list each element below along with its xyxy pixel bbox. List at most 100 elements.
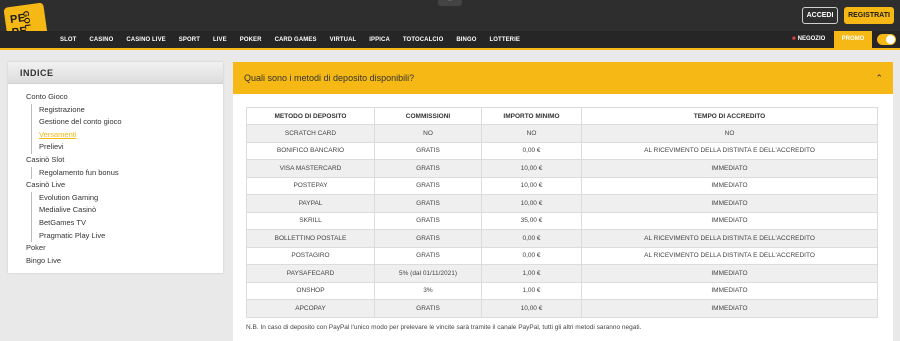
table-cell: PAYPAL	[246, 194, 375, 213]
faq-panel: Quali sono i metodi di deposito disponib…	[233, 62, 893, 341]
table-cell: IMMEDIATO	[581, 281, 878, 300]
table-cell: 1,00 €	[481, 264, 582, 283]
table-cell: 10,00 €	[481, 194, 582, 213]
table-cell: 3%	[374, 281, 482, 300]
logo-text-3: GOL	[21, 10, 33, 31]
nav-items: SLOT CASINO CASINO LIVE SPORT LIVE POKER…	[60, 31, 533, 48]
table-cell: 10,00 €	[481, 299, 582, 318]
deposit-methods-table: METODO DI DEPOSITO COMMISSIONI IMPORTO M…	[246, 107, 878, 318]
table-cell: GRATIS	[374, 229, 482, 248]
table-cell: POSTAGIRO	[246, 246, 375, 265]
table-cell: GRATIS	[374, 211, 482, 230]
sidebar-item-registrazione[interactable]: Registrazione	[39, 104, 223, 117]
table-row: PAYPAL GRATIS 10,00 € IMMEDIATO	[246, 194, 878, 213]
table-cell: NO	[581, 124, 878, 143]
table-cell: ONSHOP	[246, 281, 375, 300]
shop-link[interactable]: ■ NEGOZIO	[792, 31, 825, 48]
faq-question: Quali sono i metodi di deposito disponib…	[244, 73, 415, 83]
table-row: SCRATCH CARD NO NO NO	[246, 124, 878, 143]
nav-virtual[interactable]: VIRTUAL	[330, 37, 357, 43]
sidebar-item-betgames[interactable]: BetGames TV	[39, 217, 223, 230]
collapse-header-button[interactable]: ⌃	[438, 0, 462, 6]
table-row: ONSHOP 3% 1,00 € IMMEDIATO	[246, 281, 878, 300]
login-button[interactable]: ACCEDI	[802, 7, 838, 24]
paypal-note: N.B. In caso di deposito con PayPal l'un…	[246, 324, 642, 331]
table-row: APCOPAY GRATIS 10,00 € IMMEDIATO	[246, 299, 878, 318]
table-cell: 10,00 €	[481, 159, 582, 178]
table-row: PAYSAFECARD 5% (dal 01/11/2021) 1,00 € IMME…	[246, 264, 878, 283]
sidebar-item-fun-bonus[interactable]: Regolamento fun bonus	[39, 167, 223, 180]
sidebar-item-medialive[interactable]: Medialive Casinò	[39, 204, 223, 217]
sidebar-group-conto-gioco: Registrazione Gestione del conto gioco V…	[31, 103, 223, 154]
table-cell: SCRATCH CARD	[246, 124, 375, 143]
table-row: SKRILL GRATIS 35,00 € IMMEDIATO	[246, 211, 878, 230]
table-cell: 10,00 €	[481, 176, 582, 195]
table-cell: 35,00 €	[481, 211, 582, 230]
table-cell: 0,00 €	[481, 141, 582, 160]
table-cell: IMMEDIATO	[581, 211, 878, 230]
deposit-table-wrap: METODO DI DEPOSITO COMMISSIONI IMPORTO M…	[246, 107, 878, 318]
nav-sport[interactable]: SPORT	[179, 37, 200, 43]
table-cell: AL RICEVIMENTO DELLA DISTINTA E DELL'ACC…	[581, 246, 878, 265]
sidebar-group-casino-live: Evolution Gaming Medialive Casinò BetGam…	[31, 191, 223, 243]
nav-totocalcio[interactable]: TOTOCALCIO	[403, 37, 443, 43]
table-cell: IMMEDIATO	[581, 264, 878, 283]
nav-live[interactable]: LIVE	[213, 37, 227, 43]
sidebar-item-evolution[interactable]: Evolution Gaming	[39, 192, 223, 205]
table-cell: IMMEDIATO	[581, 159, 878, 178]
table-row: BONIFICO BANCARIO GRATIS 0,00 € AL RICEVIME…	[246, 141, 878, 160]
nav-card-games[interactable]: CARD GAMES	[275, 37, 317, 43]
sidebar-item-bingo-live[interactable]: Bingo Live	[26, 255, 223, 268]
table-row: POSTEPAY GRATIS 10,00 € IMMEDIATO	[246, 176, 878, 195]
sidebar-item-prelievi[interactable]: Prelievi	[39, 141, 223, 154]
header-tempo: TEMPO DI ACCREDITO	[581, 107, 878, 125]
table-cell: NO	[481, 124, 582, 143]
shop-label: NEGOZIO	[797, 36, 826, 42]
table-row: VISA MASTERCARD GRATIS 10,00 € IMMEDIATO	[246, 159, 878, 178]
nav-casino[interactable]: CASINO	[89, 37, 113, 43]
table-cell: NO	[374, 124, 482, 143]
sidebar-item-casino-live[interactable]: Casinò Live	[26, 179, 223, 192]
table-cell: PAYSAFECARD	[246, 264, 375, 283]
nav-ippica[interactable]: IPPICA	[369, 37, 390, 43]
sidebar-title: INDICE	[8, 62, 223, 84]
register-button[interactable]: REGISTRATI	[844, 7, 894, 24]
table-cell: GRATIS	[374, 159, 482, 178]
nav-slot[interactable]: SLOT	[60, 37, 76, 43]
table-cell: GRATIS	[374, 299, 482, 318]
table-cell: GRATIS	[374, 246, 482, 265]
table-cell: GRATIS	[374, 176, 482, 195]
sidebar-item-poker[interactable]: Poker	[26, 242, 223, 255]
table-header-row: METODO DI DEPOSITO COMMISSIONI IMPORTO M…	[246, 107, 878, 125]
sidebar-item-pragmatic[interactable]: Pragmatic Play Live	[39, 230, 223, 243]
store-icon: ■	[792, 36, 796, 42]
table-cell: BOLLETTINO POSTALE	[246, 229, 375, 248]
table-cell: IMMEDIATO	[581, 299, 878, 318]
header-accent-line	[0, 48, 900, 50]
table-cell: 0,00 €	[481, 229, 582, 248]
sidebar-item-gestione-conto[interactable]: Gestione del conto gioco	[39, 116, 223, 129]
faq-question-header[interactable]: Quali sono i metodi di deposito disponib…	[233, 62, 893, 94]
header-importo: IMPORTO MINIMO	[481, 107, 582, 125]
sidebar-index: INDICE Conto Gioco Registrazione Gestion…	[8, 62, 223, 273]
promo-button[interactable]: PROMO	[834, 31, 872, 48]
sidebar-item-casino-slot[interactable]: Casinò Slot	[26, 154, 223, 167]
chevron-up-icon: ⌃	[447, 0, 453, 6]
nav-bingo[interactable]: BINGO	[456, 37, 476, 43]
table-cell: BONIFICO BANCARIO	[246, 141, 375, 160]
table-cell: VISA MASTERCARD	[246, 159, 375, 178]
sidebar-group-casino-slot: Regolamento fun bonus	[31, 166, 223, 180]
header-metodo: METODO DI DEPOSITO	[246, 107, 375, 125]
nav-casino-live[interactable]: CASINO LIVE	[126, 37, 165, 43]
theme-toggle[interactable]	[877, 34, 896, 45]
sidebar-item-conto-gioco[interactable]: Conto Gioco	[26, 91, 223, 104]
table-row: BOLLETTINO POSTALE GRATIS 0,00 € AL RICEVIM…	[246, 229, 878, 248]
sidebar-item-versamenti[interactable]: Versamenti	[39, 129, 223, 142]
table-cell: IMMEDIATO	[581, 176, 878, 195]
nav-lotterie[interactable]: LOTTERIE	[490, 37, 520, 43]
chevron-up-icon[interactable]: ⌃	[875, 62, 883, 94]
table-cell: APCOPAY	[246, 299, 375, 318]
table-cell: AL RICEVIMENTO DELLA DISTINTA E DELL'ACC…	[581, 141, 878, 160]
table-cell: IMMEDIATO	[581, 194, 878, 213]
nav-poker[interactable]: POKER	[240, 37, 262, 43]
